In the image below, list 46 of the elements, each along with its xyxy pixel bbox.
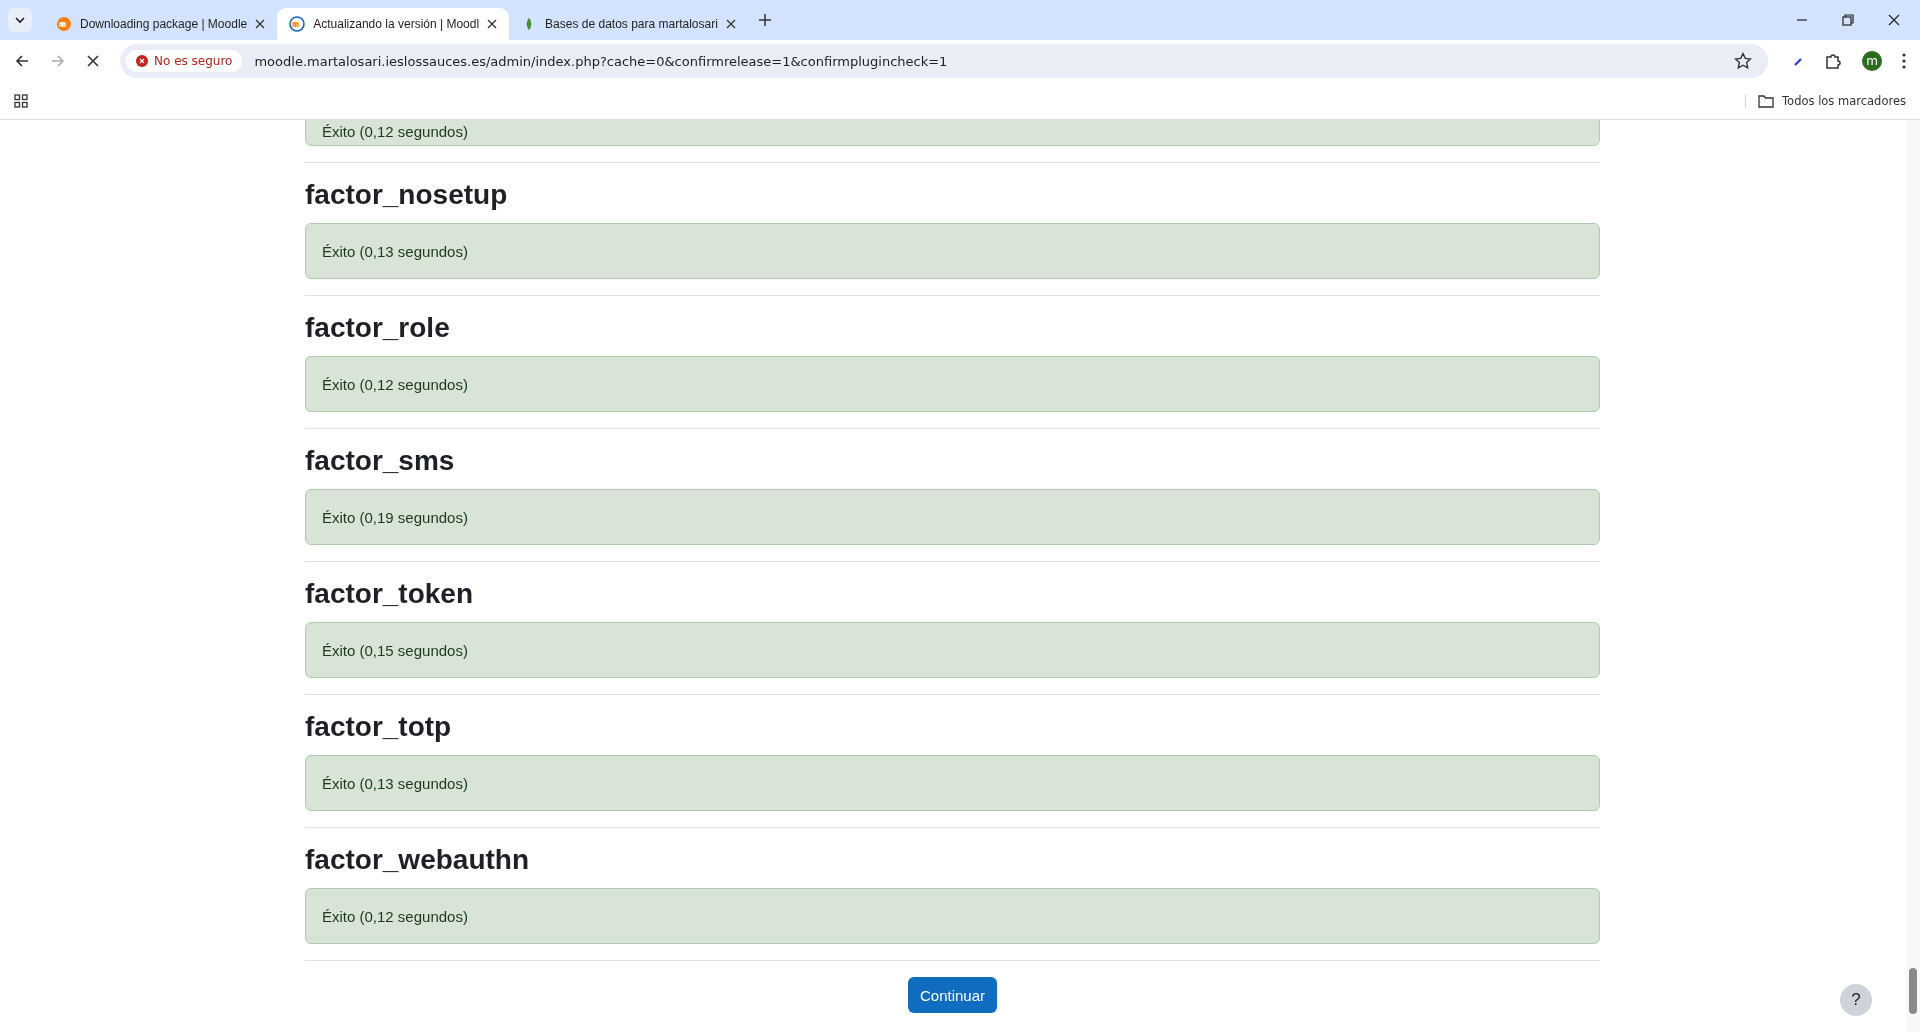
close-icon[interactable] [487,19,498,29]
stop-icon[interactable] [86,54,100,68]
folder-icon [1758,93,1775,108]
continue-button[interactable]: Continuar [907,977,997,1013]
security-label: No es seguro [154,54,233,68]
plugin-heading: factor_nosetup [305,178,509,212]
address-bar[interactable]: No es seguro moodle.martalosari.ieslossauces.es/admin/index.php?cache=0&confirmrelease=1&confirmplugincheck=1 [120,44,1768,78]
result-message: Éxito (0,12 segundos) [305,120,1600,146]
profile-avatar[interactable]: m [1862,51,1882,71]
plugin-heading: factor_webauthn [305,843,531,877]
result-message: Éxito (0,12 segundos) [305,888,1600,944]
back-icon[interactable] [14,53,30,69]
star-icon[interactable] [1734,52,1752,70]
browser-tab[interactable]: Actualizando la versión | Moodl [277,8,510,40]
close-icon[interactable] [255,19,266,29]
restore-icon[interactable] [1842,14,1854,26]
tab-title: Bases de datos para martalosari [545,17,718,31]
browser-tab[interactable]: Bases de datos para martalosari [509,8,748,40]
menu-icon[interactable] [1902,53,1906,69]
plugin-heading: factor_role [305,311,451,345]
plugin-heading: factor_token [305,577,475,611]
result-message: Éxito (0,13 segundos) [305,223,1600,279]
new-tab-icon[interactable] [757,13,772,27]
security-chip[interactable]: No es seguro [126,50,243,72]
tab-title: Downloading package | Moodle [80,17,248,31]
all-bookmarks-button[interactable]: Todos los marcadores [1745,93,1906,108]
url-text: moodle.martalosari.ieslossauces.es/admin/index.php?cache=0&confirmrelease=1&confirmplugincheck=1 [254,53,949,69]
close-icon[interactable] [725,19,736,29]
apps-grid-icon[interactable] [14,93,28,108]
chevron-down-icon [14,14,26,26]
result-message: Éxito (0,15 segundos) [305,622,1600,678]
result-message: Éxito (0,13 segundos) [305,755,1600,811]
result-message: Éxito (0,19 segundos) [305,489,1600,545]
moodle-icon [56,16,72,32]
result-message: Éxito (0,12 segundos) [305,356,1600,412]
browser-tab[interactable]: Downloading package | Moodle [44,8,278,40]
plugin-heading: factor_sms [305,444,456,478]
puzzle-icon[interactable] [1824,52,1842,70]
warning-icon [136,55,148,67]
pen-icon[interactable] [1792,55,1804,67]
tab-title: Actualizando la versión | Moodl [313,17,480,31]
moodle-icon [289,16,306,32]
close-icon[interactable] [1888,14,1900,26]
help-button[interactable]: ? [1840,984,1872,1016]
tab-search-button[interactable] [8,8,32,32]
plugin-heading: factor_totp [305,710,453,744]
